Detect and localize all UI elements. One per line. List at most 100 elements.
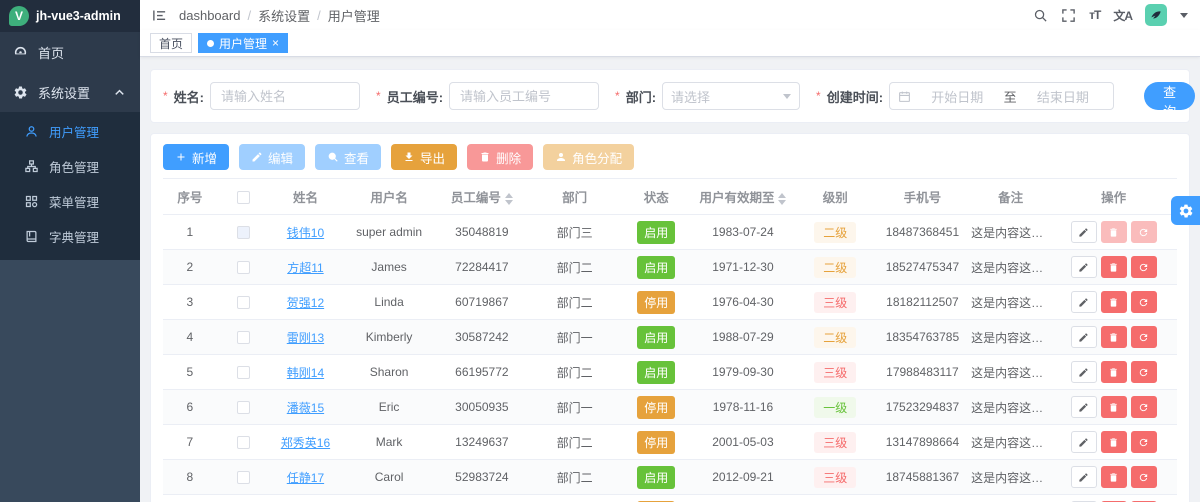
row-delete-button[interactable]	[1100, 291, 1127, 313]
sidebar-item-settings[interactable]: 系统设置	[0, 72, 140, 112]
cell-remark: 这是内容这是...	[971, 459, 1051, 495]
status-badge[interactable]: 停用	[637, 430, 676, 454]
view-button[interactable]: 查看	[315, 144, 382, 170]
breadcrumb-item-settings[interactable]: 系统设置	[258, 6, 310, 25]
sidebar-item-dict-mgmt[interactable]: 字典管理	[0, 219, 140, 254]
cell-ops	[1050, 354, 1177, 390]
row-delete-button[interactable]	[1100, 221, 1127, 243]
search-icon[interactable]	[1033, 8, 1048, 23]
refresh-icon	[1139, 438, 1148, 446]
cell-dept: 部门二	[525, 284, 624, 320]
plus-icon	[177, 153, 185, 161]
row-checkbox[interactable]	[237, 261, 251, 275]
language-icon[interactable]: 文A	[1113, 7, 1133, 24]
assign-role-button[interactable]: 角色分配	[543, 144, 635, 170]
row-reset-button[interactable]	[1130, 466, 1157, 488]
select-all-checkbox[interactable]	[237, 190, 251, 204]
row-edit-button[interactable]	[1070, 256, 1097, 278]
row-delete-button[interactable]	[1100, 431, 1127, 453]
row-checkbox[interactable]	[237, 366, 251, 380]
cell-phone: 18745881367	[873, 459, 972, 495]
avatar[interactable]	[1145, 4, 1167, 26]
status-badge[interactable]: 启用	[637, 465, 676, 489]
sidebar-toggle-icon[interactable]	[152, 8, 167, 23]
query-button[interactable]: 查询	[1144, 82, 1196, 119]
user-name-link[interactable]: 钱伟10	[287, 226, 324, 240]
row-reset-button[interactable]	[1130, 431, 1157, 453]
row-edit-button[interactable]	[1070, 361, 1097, 383]
cell-no: 4	[163, 319, 217, 355]
row-edit-button[interactable]	[1070, 466, 1097, 488]
settings-panel-button[interactable]	[1171, 196, 1200, 225]
row-edit-button[interactable]	[1070, 431, 1097, 453]
logo[interactable]: V jh-vue3-admin	[0, 0, 140, 32]
user-name-link[interactable]: 韩刚14	[287, 366, 324, 380]
font-size-icon[interactable]: ᴛT	[1089, 8, 1101, 22]
status-badge[interactable]: 停用	[637, 290, 676, 314]
row-delete-button[interactable]	[1100, 326, 1127, 348]
sidebar-item-user-mgmt[interactable]: 用户管理	[0, 114, 140, 149]
tag-close-icon[interactable]: ×	[272, 37, 279, 49]
cell-phone: 18249013602	[873, 494, 972, 502]
edit-button[interactable]: 编辑	[239, 144, 306, 170]
date-range-picker[interactable]: 开始日期 至 结束日期	[889, 82, 1115, 110]
row-edit-button[interactable]	[1070, 221, 1097, 243]
cell-check	[216, 354, 271, 390]
tag-user-mgmt[interactable]: 用户管理 ×	[198, 33, 289, 53]
sort-icon[interactable]	[778, 192, 787, 205]
row-delete-button[interactable]	[1100, 256, 1127, 278]
sidebar-item-role-mgmt[interactable]: 角色管理	[0, 149, 140, 184]
user-name-link[interactable]: 郑秀英16	[281, 436, 330, 450]
add-button[interactable]: 新增	[163, 144, 230, 170]
user-name-link[interactable]: 雷刚13	[287, 331, 324, 345]
status-badge[interactable]: 启用	[637, 255, 676, 279]
row-reset-button[interactable]	[1130, 291, 1157, 313]
fullscreen-icon[interactable]	[1061, 8, 1076, 23]
col-header-emp_id[interactable]: 员工编号	[437, 178, 526, 215]
sidebar-item-menu-mgmt[interactable]: 菜单管理	[0, 184, 140, 219]
sort-icon[interactable]	[504, 192, 513, 205]
end-date-placeholder: 结束日期	[1036, 89, 1089, 105]
row-delete-button[interactable]	[1100, 396, 1127, 418]
caret-down-icon[interactable]	[1180, 12, 1188, 18]
user-name-link[interactable]: 方超11	[287, 261, 323, 275]
row-edit-button[interactable]	[1070, 396, 1097, 418]
emp-id-input[interactable]	[449, 82, 600, 110]
row-reset-button[interactable]	[1130, 221, 1157, 243]
user-name-link[interactable]: 潘薇15	[287, 401, 324, 415]
col-header-no: 序号	[163, 178, 217, 215]
status-badge[interactable]: 停用	[637, 395, 676, 419]
row-checkbox[interactable]	[237, 226, 251, 240]
cell-level: 二级	[796, 249, 874, 285]
row-checkbox[interactable]	[237, 401, 251, 415]
row-edit-button[interactable]	[1070, 326, 1097, 348]
export-button[interactable]: 导出	[391, 144, 458, 170]
cell-check	[216, 319, 271, 355]
row-checkbox[interactable]	[237, 436, 251, 450]
level-badge: 一级	[814, 396, 857, 418]
row-reset-button[interactable]	[1130, 326, 1157, 348]
name-input[interactable]	[210, 82, 361, 110]
row-delete-button[interactable]	[1100, 466, 1127, 488]
delete-button[interactable]: 删除	[467, 144, 534, 170]
user-name-link[interactable]: 贺强12	[287, 296, 324, 310]
row-reset-button[interactable]	[1130, 256, 1157, 278]
col-header-valid_until[interactable]: 用户有效期至	[689, 178, 797, 215]
row-checkbox[interactable]	[237, 296, 251, 310]
cell-status: 启用	[623, 319, 690, 355]
tag-home[interactable]: 首页	[150, 33, 193, 53]
row-reset-button[interactable]	[1130, 396, 1157, 418]
row-delete-button[interactable]	[1100, 361, 1127, 383]
status-badge[interactable]: 启用	[637, 360, 676, 384]
row-reset-button[interactable]	[1130, 361, 1157, 383]
status-badge[interactable]: 启用	[637, 325, 676, 349]
department-select[interactable]: 请选择	[662, 82, 801, 110]
sidebar-item-home[interactable]: 首页	[0, 32, 140, 72]
row-edit-button[interactable]	[1070, 291, 1097, 313]
status-badge[interactable]: 启用	[637, 220, 676, 244]
app-title: jh-vue3-admin	[36, 9, 121, 23]
breadcrumb-item-dashboard[interactable]: dashboard	[179, 8, 240, 23]
row-checkbox[interactable]	[237, 331, 251, 345]
row-checkbox[interactable]	[237, 471, 251, 485]
user-name-link[interactable]: 任静17	[287, 471, 324, 485]
